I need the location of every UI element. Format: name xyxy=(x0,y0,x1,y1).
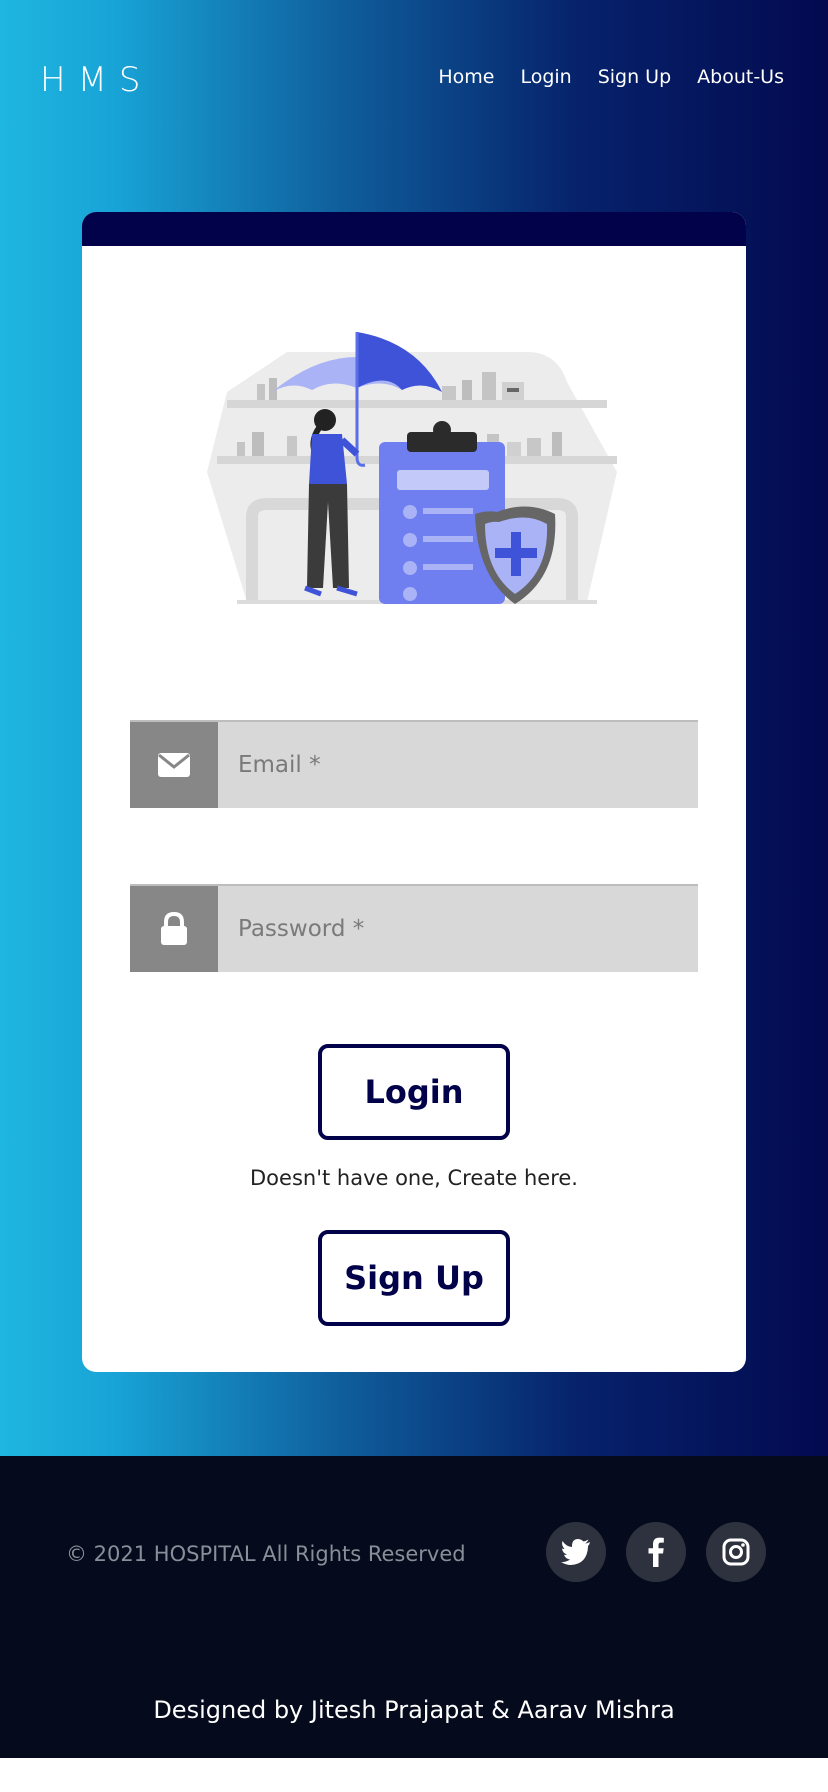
social-links xyxy=(546,1522,766,1582)
footer: © 2021 HOSPITAL All Rights Reserved Desi… xyxy=(0,1456,828,1758)
site-logo[interactable]: HMS xyxy=(40,60,152,100)
nav-login[interactable]: Login xyxy=(520,66,571,88)
sign-up-button[interactable]: Sign Up xyxy=(318,1230,510,1326)
login-card: Login Doesn't have one, Create here. Sig… xyxy=(82,212,746,1372)
copyright-text: © 2021 HOSPITAL All Rights Reserved xyxy=(66,1542,466,1566)
email-field-group xyxy=(130,720,698,808)
twitter-icon[interactable] xyxy=(546,1522,606,1582)
create-account-text: Doesn't have one, Create here. xyxy=(250,1166,578,1190)
main-nav: Home Login Sign Up About-Us xyxy=(438,66,784,88)
nav-about-us[interactable]: About-Us xyxy=(697,66,784,88)
nav-home[interactable]: Home xyxy=(438,66,494,88)
password-field-group xyxy=(130,884,698,972)
password-input[interactable] xyxy=(218,886,698,972)
facebook-icon[interactable] xyxy=(626,1522,686,1582)
lock-icon xyxy=(130,886,218,972)
login-button[interactable]: Login xyxy=(318,1044,510,1140)
designed-by-text: Designed by Jitesh Prajapat & Aarav Mish… xyxy=(153,1696,675,1724)
instagram-icon[interactable] xyxy=(706,1522,766,1582)
hero-section: HMS Home Login Sign Up About-Us Email * … xyxy=(0,0,828,1456)
nav-sign-up[interactable]: Sign Up xyxy=(598,66,671,88)
envelope-icon xyxy=(130,722,218,808)
card-header-bar xyxy=(82,212,746,246)
hospital-illustration-image xyxy=(207,332,617,604)
email-input[interactable] xyxy=(218,722,698,808)
